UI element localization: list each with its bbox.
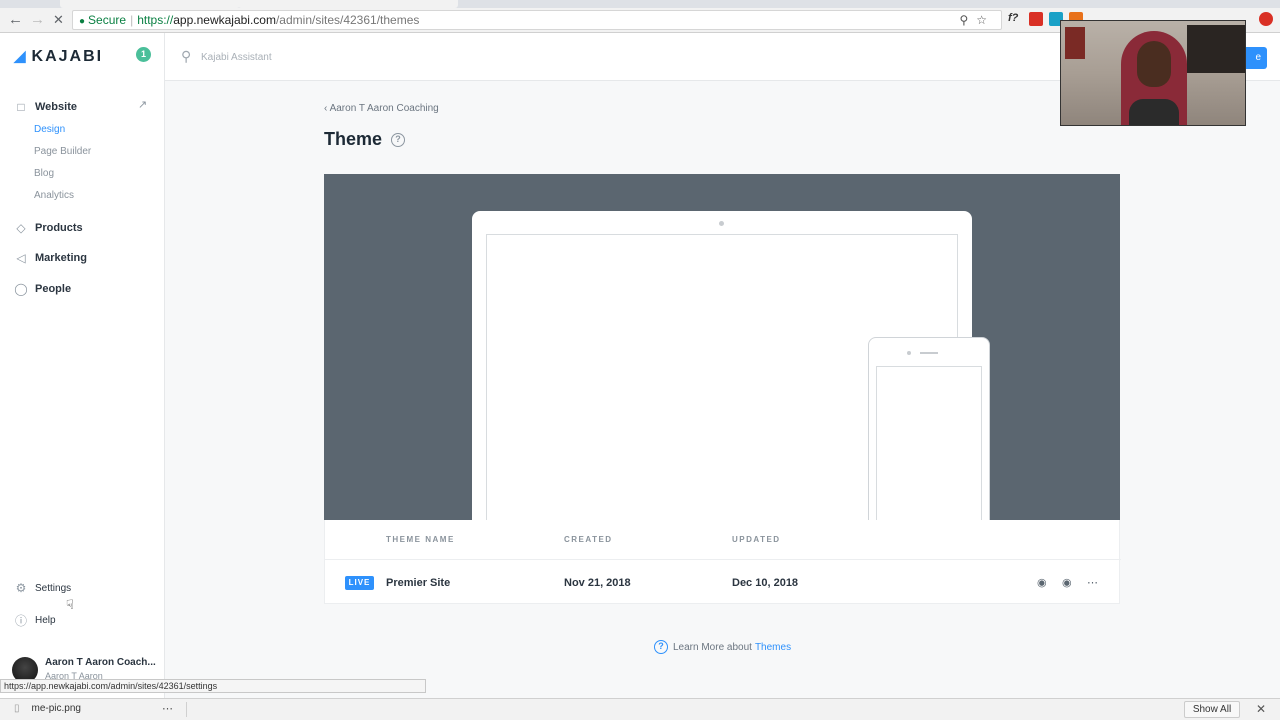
- eye-icon[interactable]: ◉: [1062, 576, 1072, 590]
- theme-updated: Dec 10, 2018: [732, 577, 799, 589]
- sidebar-item-help[interactable]: ⓘ Help: [14, 612, 56, 629]
- chevron-left-icon: ‹: [324, 103, 328, 114]
- status-url-tooltip: https://app.newkajabi.com/admin/sites/42…: [0, 679, 426, 693]
- help-icon: ⓘ: [14, 614, 27, 628]
- url-scheme: https://: [137, 13, 174, 27]
- file-icon: ▯: [14, 703, 20, 714]
- learn-more: ? Learn More about Themes: [654, 640, 791, 654]
- palette-icon[interactable]: ◉: [1037, 576, 1047, 590]
- more-icon[interactable]: ⋯: [162, 702, 173, 715]
- column-header-updated: UPDATED: [732, 535, 781, 544]
- person-icon: ◯: [14, 282, 28, 296]
- forward-icon[interactable]: →: [30, 12, 45, 28]
- tag-icon: ◇: [16, 221, 26, 235]
- close-icon[interactable]: ✕: [1256, 702, 1266, 716]
- live-badge: LIVE: [345, 576, 374, 590]
- browser-tab[interactable]: [60, 0, 240, 8]
- download-bar: ▯ me-pic.png ⋯ Show All ✕: [0, 698, 1280, 720]
- back-icon[interactable]: ←: [8, 12, 23, 28]
- question-icon: ?: [654, 640, 668, 654]
- sidebar-item-label: People: [35, 283, 72, 295]
- loading-icon[interactable]: ✕: [53, 12, 64, 28]
- extension-icon[interactable]: [1029, 12, 1043, 26]
- sidebar-item-label: Marketing: [35, 252, 87, 264]
- column-header-created: CREATED: [564, 535, 613, 544]
- sidebar-item-label: Settings: [35, 582, 72, 594]
- bookmark-star-icon[interactable]: ☆: [976, 13, 995, 27]
- notification-badge[interactable]: 1: [136, 47, 151, 62]
- sidebar-item-website[interactable]: □ Website: [14, 100, 77, 114]
- download-item[interactable]: ▯ me-pic.png: [14, 703, 81, 714]
- themes-link[interactable]: Themes: [755, 642, 791, 653]
- url-host: app.newkajabi.com: [173, 13, 276, 27]
- sidebar-item-people[interactable]: ◯ People: [14, 282, 71, 296]
- theme-name[interactable]: Premier Site: [386, 576, 450, 590]
- webcam-overlay: [1060, 20, 1246, 126]
- megaphone-icon: ◁: [16, 251, 26, 265]
- column-header-theme-name: THEME NAME: [386, 535, 455, 544]
- url-path: /admin/sites/42361/themes: [275, 13, 420, 27]
- sidebar-subitem-blog[interactable]: Blog: [34, 168, 54, 179]
- sidebar-item-label: Website: [35, 101, 77, 113]
- sidebar-subitem-analytics[interactable]: Analytics: [34, 190, 74, 201]
- extension-icon[interactable]: [1259, 12, 1273, 26]
- hand-cursor-icon: ☟: [66, 597, 74, 612]
- search-icon: ⚲: [181, 48, 192, 64]
- sidebar-item-marketing[interactable]: ◁ Marketing: [14, 251, 87, 265]
- sidebar-subitem-page-builder[interactable]: Page Builder: [34, 146, 91, 157]
- sidebar-item-products[interactable]: ◇ Products: [14, 221, 83, 235]
- sidebar-item-label: Products: [35, 222, 83, 234]
- sidebar: ◢ KAJABI 1 □ Website ↗ Design Page Builder…: [0, 33, 165, 700]
- address-bar[interactable]: ● Secure | https://app.newkajabi.com/admin/…: [72, 10, 1002, 30]
- breadcrumb[interactable]: ‹ Aaron T Aaron Coaching: [324, 103, 439, 114]
- extension-icon[interactable]: f?: [1008, 12, 1022, 26]
- page-title: Theme?: [324, 129, 406, 150]
- zoom-icon[interactable]: ⚲: [959, 13, 976, 27]
- question-icon[interactable]: ?: [391, 132, 406, 147]
- browser-tab-active[interactable]: [238, 0, 458, 8]
- address-bar-icons: ⚲☆: [959, 11, 995, 29]
- sidebar-item-label: Help: [35, 615, 56, 626]
- lock-icon: ●: [79, 16, 86, 27]
- kajabi-logo[interactable]: ◢ KAJABI: [14, 47, 103, 66]
- phone-mockup: [868, 337, 990, 520]
- gear-icon: ⚙: [15, 581, 27, 595]
- user-name: Aaron T Aaron Coach...: [45, 657, 156, 668]
- webcam-person: [1121, 31, 1187, 125]
- kajabi-logo-icon: ◢: [14, 48, 28, 65]
- sidebar-item-settings[interactable]: ⚙ Settings: [14, 581, 72, 595]
- monitor-icon: □: [17, 100, 25, 114]
- theme-table: THEME NAME CREATED UPDATED LIVE Premier …: [324, 520, 1121, 604]
- sidebar-subitem-design[interactable]: Design: [34, 124, 65, 135]
- search-input[interactable]: [201, 47, 501, 67]
- show-all-button[interactable]: Show All: [1184, 701, 1240, 718]
- theme-preview: [324, 174, 1120, 520]
- theme-created: Nov 21, 2018: [564, 577, 631, 589]
- secure-label: Secure: [88, 13, 127, 27]
- browser-tabstrip: [0, 0, 1280, 8]
- external-link-icon[interactable]: ↗: [138, 98, 147, 111]
- more-icon[interactable]: ⋯: [1087, 576, 1098, 590]
